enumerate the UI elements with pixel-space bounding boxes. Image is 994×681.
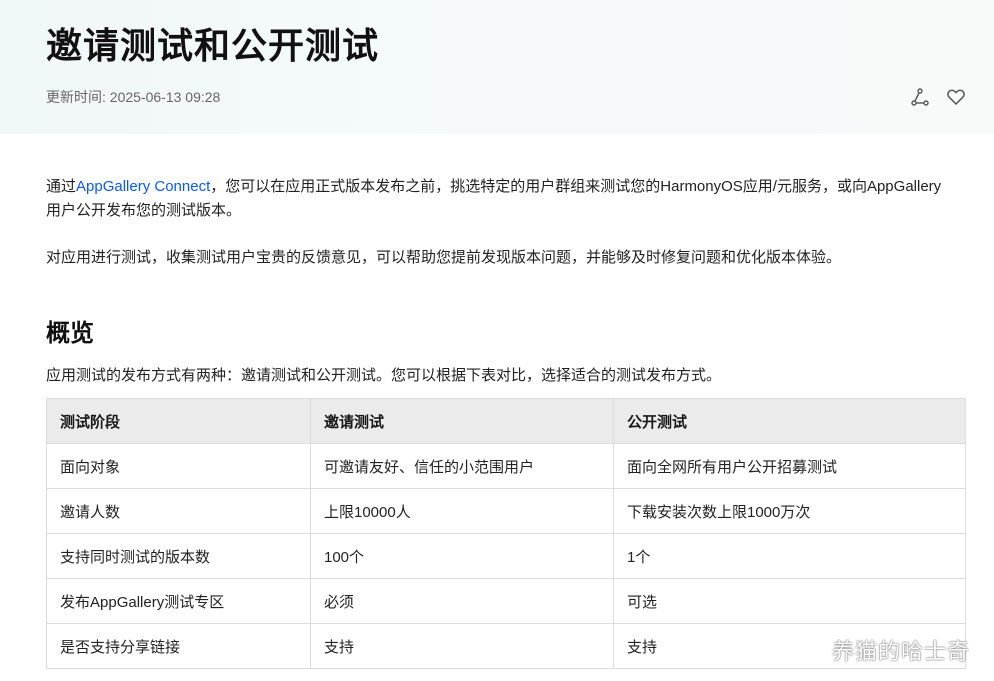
overview-description: 应用测试的发布方式有两种：邀请测试和公开测试。您可以根据下表对比，选择适合的测试…	[46, 367, 722, 384]
table-cell: 支持同时测试的版本数	[46, 533, 311, 579]
updated-time: 更新时间: 2025-06-13 09:28	[46, 89, 221, 105]
table-cell: 100个	[310, 533, 614, 579]
table-cell: 面向对象	[46, 443, 311, 489]
share-icon	[911, 88, 929, 106]
table-row: 是否支持分享链接 支持 支持	[46, 623, 966, 669]
table-cell: 是否支持分享链接	[46, 623, 311, 669]
heart-icon	[947, 89, 965, 105]
table-header-cell: 公开测试	[613, 398, 966, 444]
table-header-row: 测试阶段 邀请测试 公开测试	[46, 398, 966, 444]
share-button[interactable]	[909, 86, 931, 108]
appgallery-connect-link[interactable]: AppGallery Connect	[76, 178, 210, 195]
table-cell: 下载安装次数上限1000万次	[613, 488, 966, 534]
table-header-cell: 测试阶段	[46, 398, 311, 444]
table-cell: 可选	[613, 578, 966, 624]
intro-paragraph-2: 对应用进行测试，收集测试用户宝贵的反馈意见，可以帮助您提前发现版本问题，并能够及…	[46, 249, 842, 266]
table-header-cell: 邀请测试	[310, 398, 614, 444]
table-cell: 面向全网所有用户公开招募测试	[613, 443, 966, 489]
table-cell: 必须	[310, 578, 614, 624]
table-row: 面向对象 可邀请友好、信任的小范围用户 面向全网所有用户公开招募测试	[46, 443, 966, 489]
table-row: 支持同时测试的版本数 100个 1个	[46, 533, 966, 579]
table-row: 邀请人数 上限10000人 下载安装次数上限1000万次	[46, 488, 966, 534]
intro-paragraph-1: 通过AppGallery Connect，您可以在应用正式版本发布之前，挑选特定…	[46, 175, 946, 223]
page-header: 邀请测试和公开测试 更新时间: 2025-06-13 09:28	[0, 0, 994, 134]
overview-heading: 概览	[46, 320, 94, 347]
watermark: 养猫的哈士奇	[832, 639, 971, 664]
table-row: 发布AppGallery测试专区 必须 可选	[46, 578, 966, 624]
table-cell: 1个	[613, 533, 966, 579]
table-cell: 上限10000人	[310, 488, 614, 534]
favorite-button[interactable]	[945, 86, 967, 108]
comparison-table: 测试阶段 邀请测试 公开测试 面向对象 可邀请友好、信任的小范围用户 面向全网所…	[46, 398, 966, 669]
page-title: 邀请测试和公开测试	[46, 25, 380, 66]
intro-prefix: 通过	[46, 178, 77, 195]
table-cell: 发布AppGallery测试专区	[46, 578, 311, 624]
table-cell: 邀请人数	[46, 488, 311, 534]
table-cell: 支持	[310, 623, 614, 669]
table-cell: 可邀请友好、信任的小范围用户	[310, 443, 614, 489]
